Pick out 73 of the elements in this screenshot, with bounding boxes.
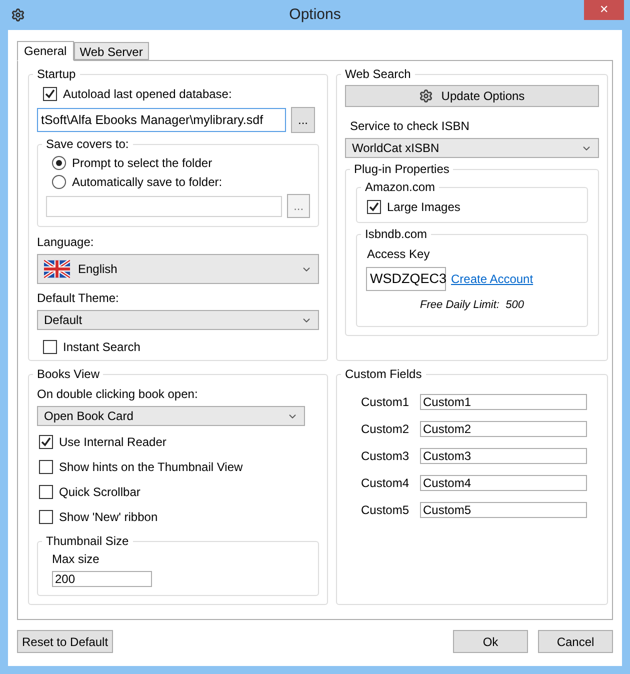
flag-icon [44,260,70,278]
checkbox[interactable] [367,200,381,214]
check-icon [369,202,379,212]
reset-button[interactable]: Reset to Default [17,630,114,653]
daily-limit-text: Free Daily Limit: 500 [419,298,525,313]
group-title: Books View [36,366,100,383]
dropdown[interactable]: Open Book Card [37,406,305,426]
update-options-button[interactable]: Update Options [345,85,599,107]
check-icon [45,89,55,99]
checkbox[interactable] [43,340,57,354]
checkbox-label: Autoload last opened database: [63,86,232,103]
custom-field[interactable]: Custom5 [420,502,587,518]
dropdown[interactable]: Default [37,310,319,330]
path-field[interactable]: tSoft\Alfa Ebooks Manager\mylibrary.sdf [37,108,286,132]
radio-button[interactable] [52,174,66,188]
field-label: Max size [52,551,100,568]
checkbox[interactable] [39,510,53,524]
close-button[interactable]: ✕ [584,0,624,20]
dropdown[interactable]: WorldCat xISBN [345,138,599,158]
field-label: Custom3 [361,448,410,465]
group-title: Web Search [344,66,412,83]
field-label: Custom5 [361,502,410,519]
tab[interactable]: General [17,41,74,61]
window-title: Options [289,4,341,25]
dropdown-value: English [78,261,118,278]
field-label: Language: [37,234,95,251]
checkbox-label: Large Images [387,199,460,216]
radio-label: Prompt to select the folder [72,154,212,172]
radio-button[interactable] [52,156,66,170]
checkbox[interactable] [39,435,53,449]
group-title: Amazon.com [364,179,436,196]
group-title: Isbndb.com [364,226,428,243]
field-label: Default Theme: [37,290,120,307]
field-label: Service to check ISBN [350,118,470,135]
settings-icon [419,89,434,103]
group-title: Startup [36,66,77,83]
radio-label: Automatically save to folder: [72,174,222,190]
field-label: Custom4 [361,475,410,492]
create-account-link[interactable]: Create Account [451,270,534,288]
checkbox-label: Instant Search [63,339,140,356]
custom-field[interactable]: Custom4 [420,475,587,491]
field-label: Custom1 [361,394,410,411]
checkbox-label: Use Internal Reader [59,434,166,451]
browse-button[interactable]: ... [287,194,310,218]
browse-button[interactable]: ... [291,107,315,133]
checkbox[interactable] [39,460,53,474]
field-label: On double clicking book open: [37,386,199,403]
custom-field[interactable]: Custom2 [420,421,587,437]
custom-field[interactable]: Custom1 [420,394,587,410]
settings-icon[interactable] [11,8,25,22]
max-size-field[interactable]: 200 [52,571,152,587]
group-title: Save covers to: [45,136,130,153]
tab[interactable]: Web Server [74,42,149,60]
check-icon [41,437,51,447]
cancel-button[interactable]: Cancel [538,630,613,653]
group-title: Custom Fields [344,366,423,383]
dropdown-value: WorldCat xISBN [352,140,440,157]
group-title: Thumbnail Size [45,533,130,550]
checkbox[interactable] [39,485,53,499]
checkbox-label: Show 'New' ribbon [59,509,158,526]
folder-field[interactable] [46,196,282,216]
custom-field[interactable]: Custom3 [420,448,587,464]
ok-button[interactable]: Ok [453,630,528,653]
dropdown-value: Open Book Card [44,408,134,425]
dropdown[interactable]: English [37,254,319,284]
checkbox[interactable] [43,87,57,101]
group-title: Plug-in Properties [353,161,450,178]
checkbox-label: Show hints on the Thumbnail View [59,459,243,476]
field-label: Access Key [367,246,431,263]
checkbox-label: Quick Scrollbar [59,484,140,501]
access-key-field[interactable]: WSDZQEC3 [366,267,446,291]
field-label: Custom2 [361,421,410,438]
dropdown-value: Default [44,312,82,329]
